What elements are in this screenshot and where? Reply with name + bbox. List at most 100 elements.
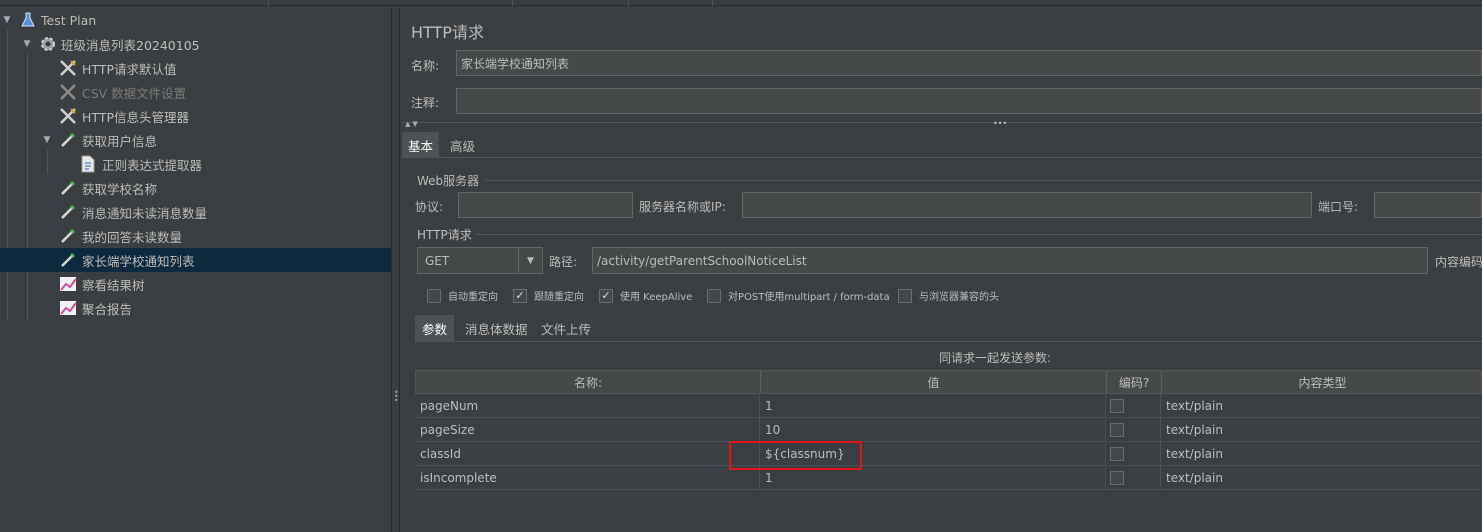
follow-redirect-checkbox[interactable]: ✓ 跟随重定向 (513, 288, 584, 303)
port-field[interactable] (1374, 192, 1482, 218)
method-select[interactable]: GET ▼ (417, 247, 543, 274)
expand-arrow-icon[interactable]: ▼ (22, 39, 32, 49)
collapse-bar[interactable]: ▲▼ ••• (401, 119, 1482, 130)
tree-item-test-plan[interactable]: ▼ Test Plan (0, 8, 391, 32)
collapse-arrows-icon[interactable]: ▲▼ (405, 120, 420, 128)
checkbox-box[interactable] (427, 288, 441, 303)
port-label: 端口号: (1318, 200, 1359, 214)
table-row[interactable]: isIncomplete 1 text/plain (415, 466, 1482, 490)
param-name-cell[interactable]: pageSize (415, 418, 760, 442)
comment-label: 注释: (411, 96, 440, 110)
checkmark-icon[interactable]: ✓ (513, 288, 527, 303)
param-encode-cell[interactable] (1106, 418, 1161, 442)
param-name-cell[interactable]: isIncomplete (415, 466, 760, 490)
protocol-field[interactable] (458, 192, 633, 218)
tree-item-unread-answers[interactable]: 我的回答未读数量 (0, 224, 391, 248)
tree-item-unread-notices[interactable]: 消息通知未读消息数量 (0, 200, 391, 224)
expand-arrow-icon[interactable]: ▼ (2, 15, 12, 25)
multipart-checkbox[interactable]: 对POST使用multipart / form-data (707, 288, 890, 303)
param-content-type-cell[interactable]: text/plain (1161, 466, 1482, 490)
browser-headers-checkbox[interactable]: 与浏览器兼容的头 (898, 288, 999, 303)
expand-arrow-icon[interactable]: ▼ (42, 135, 52, 145)
group-divider (475, 234, 1482, 235)
checkbox-label: 使用 KeepAlive (620, 292, 693, 303)
param-encode-cell[interactable] (1106, 442, 1161, 466)
panel-title: HTTP请求 (411, 23, 484, 42)
tree-item-get-user-info[interactable]: ▼ 获取用户信息 (0, 128, 391, 152)
path-field[interactable]: /activity/getParentSchoolNoticeList (592, 247, 1428, 274)
encode-checkbox[interactable] (1110, 447, 1124, 461)
encode-checkbox[interactable] (1110, 423, 1124, 437)
tree-item-csv-config[interactable]: CSV 数据文件设置 (0, 80, 391, 104)
checkbox-box[interactable] (898, 288, 912, 303)
panel-splitter[interactable]: • • • (391, 8, 400, 532)
tab-divider (415, 341, 1482, 342)
drag-handle-icon[interactable]: ••• (993, 119, 1007, 128)
column-header-value[interactable]: 值 (761, 371, 1107, 393)
column-header-content-type[interactable]: 内容类型 (1162, 371, 1482, 393)
chart-icon (59, 299, 77, 317)
tree-item-label: Test Plan (41, 12, 97, 28)
param-name-cell[interactable]: pageNum (415, 394, 760, 418)
table-row[interactable]: classId ${classnum} text/plain (415, 442, 1482, 466)
checkbox-label: 与浏览器兼容的头 (919, 292, 999, 303)
param-content-type-cell[interactable]: text/plain (1161, 442, 1482, 466)
wrench-icon (59, 83, 77, 101)
http-request-group-title: HTTP请求 (417, 228, 472, 242)
table-row[interactable]: pageNum 1 text/plain (415, 394, 1482, 418)
tree-item-get-school-name[interactable]: 获取学校名称 (0, 176, 391, 200)
test-plan-tree[interactable]: ▼ Test Plan ▼ 班级消息列表20240105 HTTP请求默认值 C… (0, 8, 391, 532)
tree-item-label: 我的回答未读数量 (82, 229, 183, 245)
param-content-type-cell[interactable]: text/plain (1161, 394, 1482, 418)
encode-checkbox[interactable] (1110, 471, 1124, 485)
wrench-icon (59, 59, 77, 77)
param-name-cell[interactable]: classId (415, 442, 760, 466)
tree-item-results-tree[interactable]: 察看结果树 (0, 272, 391, 296)
tree-item-label: CSV 数据文件设置 (82, 85, 187, 101)
auto-redirect-checkbox[interactable]: 自动重定向 (427, 288, 498, 303)
comment-field[interactable] (456, 88, 1482, 114)
toolbar-separator (628, 0, 629, 6)
table-row[interactable]: pageSize 10 text/plain (415, 418, 1482, 442)
tree-item-regex-extractor[interactable]: 正则表达式提取器 (0, 152, 391, 176)
checkbox-box[interactable] (707, 288, 721, 303)
table-header: 名称: 值 编码? 内容类型 (415, 370, 1482, 394)
pipette-icon (59, 203, 77, 221)
checkmark-icon[interactable]: ✓ (599, 288, 613, 303)
param-value-cell[interactable]: 1 (760, 394, 1106, 418)
server-field[interactable] (742, 192, 1312, 218)
tree-item-thread-group[interactable]: ▼ 班级消息列表20240105 (0, 32, 391, 56)
web-server-group-title: Web服务器 (417, 174, 480, 188)
tab-file-upload[interactable]: 文件上传 (534, 315, 598, 341)
splitter-grip-icon: • • • (394, 388, 399, 405)
tab-basic[interactable]: 基本 (402, 132, 440, 158)
tab-advanced[interactable]: 高级 (444, 132, 481, 158)
tree-item-aggregate-report[interactable]: 聚合报告 (0, 296, 391, 320)
tree-item-label: 聚合报告 (82, 301, 133, 317)
tab-parameters[interactable]: 参数 (415, 315, 455, 341)
tree-item-parent-school-notices[interactable]: 家长端学校通知列表 (0, 248, 391, 272)
tree-item-header-manager[interactable]: HTTP信息头管理器 (0, 104, 391, 128)
tree-item-http-defaults[interactable]: HTTP请求默认值 (0, 56, 391, 80)
toolbar-strip (0, 0, 1482, 6)
encode-checkbox[interactable] (1110, 399, 1124, 413)
encoding-label: 内容编码 (1435, 255, 1482, 269)
config-tabs: 基本 高级 (401, 132, 1482, 158)
chevron-down-icon[interactable]: ▼ (518, 248, 542, 273)
tab-body-data[interactable]: 消息体数据 (458, 315, 535, 341)
param-value-cell[interactable]: 10 (760, 418, 1106, 442)
flask-icon (19, 11, 37, 29)
tree-item-label: 班级消息列表20240105 (61, 37, 200, 53)
param-content-type-cell[interactable]: text/plain (1161, 418, 1482, 442)
wrench-icon (59, 107, 77, 125)
param-encode-cell[interactable] (1106, 466, 1161, 490)
column-header-name[interactable]: 名称: (416, 371, 761, 393)
keepalive-checkbox[interactable]: ✓ 使用 KeepAlive (599, 288, 692, 303)
name-field[interactable]: 家长端学校通知列表 (456, 50, 1482, 76)
toolbar-separator (268, 0, 269, 6)
checkbox-label: 跟随重定向 (534, 292, 584, 303)
param-encode-cell[interactable] (1106, 394, 1161, 418)
group-divider (485, 180, 1482, 181)
pipette-icon (59, 179, 77, 197)
column-header-encode[interactable]: 编码? (1107, 371, 1162, 393)
